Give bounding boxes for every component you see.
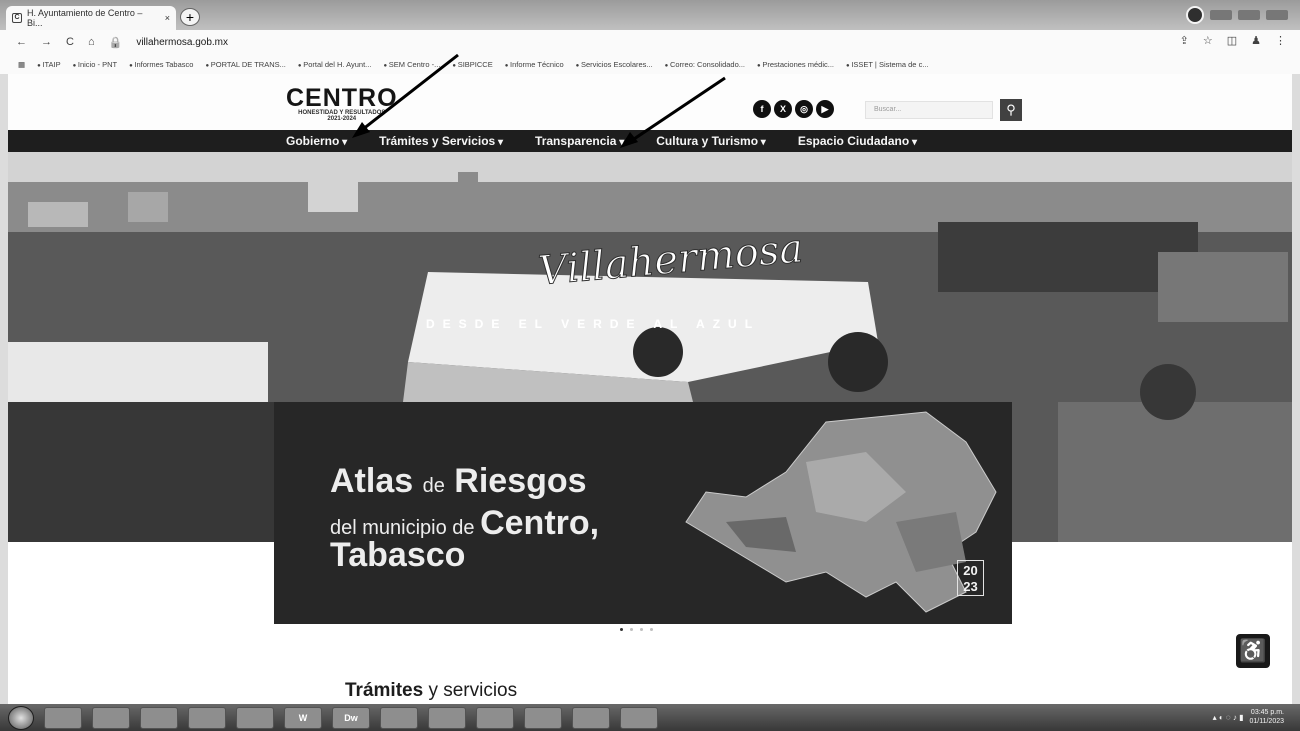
taskbar-app[interactable] bbox=[428, 706, 466, 729]
taskbar-app-chrome[interactable] bbox=[620, 706, 658, 729]
atlas-riesgos-banner[interactable]: Atlas de Riesgos del municipio de Centro… bbox=[274, 402, 1012, 624]
search-button[interactable]: ⚲ bbox=[1000, 99, 1022, 121]
menu-kebab-icon[interactable]: ⋮ bbox=[1275, 34, 1286, 47]
logo-years: 2021-2024 bbox=[327, 116, 357, 122]
taskbar-app[interactable] bbox=[140, 706, 178, 729]
banner-year-badge: 20 23 bbox=[957, 560, 984, 596]
close-window-button[interactable] bbox=[1266, 10, 1288, 20]
accessibility-button[interactable]: ♿ bbox=[1236, 634, 1270, 668]
taskbar-app[interactable] bbox=[44, 706, 82, 729]
year-top: 20 bbox=[963, 563, 978, 578]
share-icon[interactable]: ⇪ bbox=[1180, 34, 1189, 47]
slider-dots bbox=[620, 628, 653, 631]
url-field[interactable]: villahermosa.gob.mx bbox=[136, 37, 228, 48]
taskbar-app[interactable] bbox=[188, 706, 226, 729]
bookmark-item[interactable]: Servicios Escolares... bbox=[576, 60, 653, 69]
nav-transparencia[interactable]: Transparencia bbox=[535, 134, 624, 148]
nav-espacio-ciudadano[interactable]: Espacio Ciudadano bbox=[798, 134, 917, 148]
clock-time: 03:45 p.m. bbox=[1250, 709, 1284, 716]
website-viewport: CENTRO HONESTIDAD Y RESULTADOS 2021-2024… bbox=[8, 74, 1292, 704]
clock[interactable]: 03:45 p.m. 01/11/2023 bbox=[1249, 708, 1284, 726]
bookmark-item[interactable]: SIBPICCE bbox=[452, 60, 493, 69]
nav-cultura-turismo[interactable]: Cultura y Turismo bbox=[656, 134, 766, 148]
bookmarks-bar: ▦ ITAIP Inicio - PNT Informes Tabasco PO… bbox=[0, 54, 1300, 74]
taskbar-app[interactable] bbox=[524, 706, 562, 729]
bookmark-item[interactable]: PORTAL DE TRANS... bbox=[205, 60, 286, 69]
bookmark-item[interactable]: Prestaciones médic... bbox=[757, 60, 834, 69]
address-bar: ← → C ⌂ 🔒 villahermosa.gob.mx ⇪ ☆ ◫ ♟ ⋮ bbox=[0, 30, 1300, 54]
search-icon: ⚲ bbox=[1006, 102, 1016, 117]
bookmark-star-icon[interactable]: ☆ bbox=[1203, 34, 1213, 47]
section-title-bold: Trámites bbox=[345, 680, 424, 701]
profile-icon[interactable] bbox=[1186, 6, 1204, 24]
youtube-icon[interactable]: ▶ bbox=[816, 100, 834, 118]
tab-title: H. Ayuntamiento de Centro – Bi... bbox=[26, 8, 143, 28]
bookmark-item[interactable]: Correo: Consolidado... bbox=[665, 60, 745, 69]
sidebar-icon[interactable]: ◫ bbox=[1227, 34, 1237, 47]
taskbar-app[interactable] bbox=[92, 706, 130, 729]
reload-icon[interactable]: C bbox=[66, 36, 74, 48]
facebook-icon[interactable]: f bbox=[753, 100, 771, 118]
accessibility-icon: ♿ bbox=[1239, 638, 1267, 663]
system-tray: ▴ ◐ ◌ ♪ ▮ 03:45 p.m. 01/11/2023 bbox=[1213, 708, 1284, 726]
bookmark-item[interactable]: Inicio - PNT bbox=[73, 60, 117, 69]
tab-close-icon[interactable]: × bbox=[165, 13, 170, 23]
section-title: Trámites y servicios bbox=[345, 680, 517, 702]
slider-dot[interactable] bbox=[630, 628, 633, 631]
taskbar-app[interactable] bbox=[236, 706, 274, 729]
account-icon[interactable]: ♟ bbox=[1251, 34, 1261, 47]
bookmark-item[interactable]: Informe Técnico bbox=[505, 60, 564, 69]
logo-text: CENTRO bbox=[286, 84, 398, 112]
banner-word-tabasco: Tabasco bbox=[330, 536, 466, 574]
os-taskbar: W Dw ▴ ◐ ◌ ♪ ▮ 03:45 p.m. 01/11/2023 bbox=[0, 704, 1300, 731]
main-navigation: Gobierno Trámites y Servicios Transparen… bbox=[8, 130, 1292, 152]
apps-icon[interactable]: ▦ bbox=[18, 60, 25, 69]
slider-dot[interactable] bbox=[650, 628, 653, 631]
home-icon[interactable]: ⌂ bbox=[88, 36, 95, 48]
tray-icons[interactable]: ▴ ◐ ◌ ♪ ▮ bbox=[1213, 713, 1244, 722]
banner-word-atlas: Atlas bbox=[330, 462, 414, 500]
taskbar-app-word[interactable]: W bbox=[284, 706, 322, 729]
minimize-button[interactable] bbox=[1210, 10, 1232, 20]
site-favicon-icon: C bbox=[12, 13, 22, 23]
taskbar-app[interactable] bbox=[476, 706, 514, 729]
back-icon[interactable]: ← bbox=[16, 36, 27, 48]
forward-icon[interactable]: → bbox=[41, 36, 52, 48]
x-twitter-icon[interactable]: X bbox=[774, 100, 792, 118]
bookmark-item[interactable]: ITAIP bbox=[37, 60, 60, 69]
clock-date: 01/11/2023 bbox=[1249, 718, 1284, 725]
search-input[interactable]: Buscar... bbox=[865, 101, 993, 119]
taskbar-app[interactable] bbox=[380, 706, 418, 729]
window-controls bbox=[1186, 6, 1288, 24]
site-logo[interactable]: CENTRO HONESTIDAD Y RESULTADOS 2021-2024 bbox=[286, 84, 398, 123]
banner-word-de: de bbox=[422, 475, 445, 497]
browser-tab[interactable]: C H. Ayuntamiento de Centro – Bi... × bbox=[6, 6, 176, 30]
bookmark-item[interactable]: ISSET | Sistema de c... bbox=[846, 60, 928, 69]
lock-icon: 🔒 bbox=[108, 36, 123, 49]
start-button[interactable] bbox=[8, 705, 34, 730]
banner-line-1: Atlas de Riesgos bbox=[330, 462, 587, 501]
maximize-button[interactable] bbox=[1238, 10, 1260, 20]
bookmark-item[interactable]: SEM Centro -... bbox=[383, 60, 441, 69]
social-links: f X ◎ ▶ bbox=[753, 100, 834, 118]
browser-tab-bar: C H. Ayuntamiento de Centro – Bi... × + bbox=[0, 0, 1300, 30]
nav-tramites-servicios[interactable]: Trámites y Servicios bbox=[379, 134, 503, 148]
banner-word-riesgos: Riesgos bbox=[454, 462, 587, 500]
nav-gobierno[interactable]: Gobierno bbox=[286, 134, 347, 148]
banner-word-centro: Centro, bbox=[480, 504, 600, 542]
bookmark-item[interactable]: Informes Tabasco bbox=[129, 60, 193, 69]
site-header: CENTRO HONESTIDAD Y RESULTADOS 2021-2024… bbox=[8, 74, 1292, 130]
section-title-rest: y servicios bbox=[428, 680, 518, 701]
year-bottom: 23 bbox=[963, 579, 978, 594]
slider-dot[interactable] bbox=[620, 628, 623, 631]
new-tab-button[interactable]: + bbox=[180, 8, 200, 26]
bookmark-item[interactable]: Portal del H. Ayunt... bbox=[298, 60, 371, 69]
instagram-icon[interactable]: ◎ bbox=[795, 100, 813, 118]
taskbar-app-dreamweaver[interactable]: Dw bbox=[332, 706, 370, 729]
hero-tagline: DESDE EL VERDE AL AZUL bbox=[426, 317, 761, 331]
taskbar-app[interactable] bbox=[572, 706, 610, 729]
slider-dot[interactable] bbox=[640, 628, 643, 631]
